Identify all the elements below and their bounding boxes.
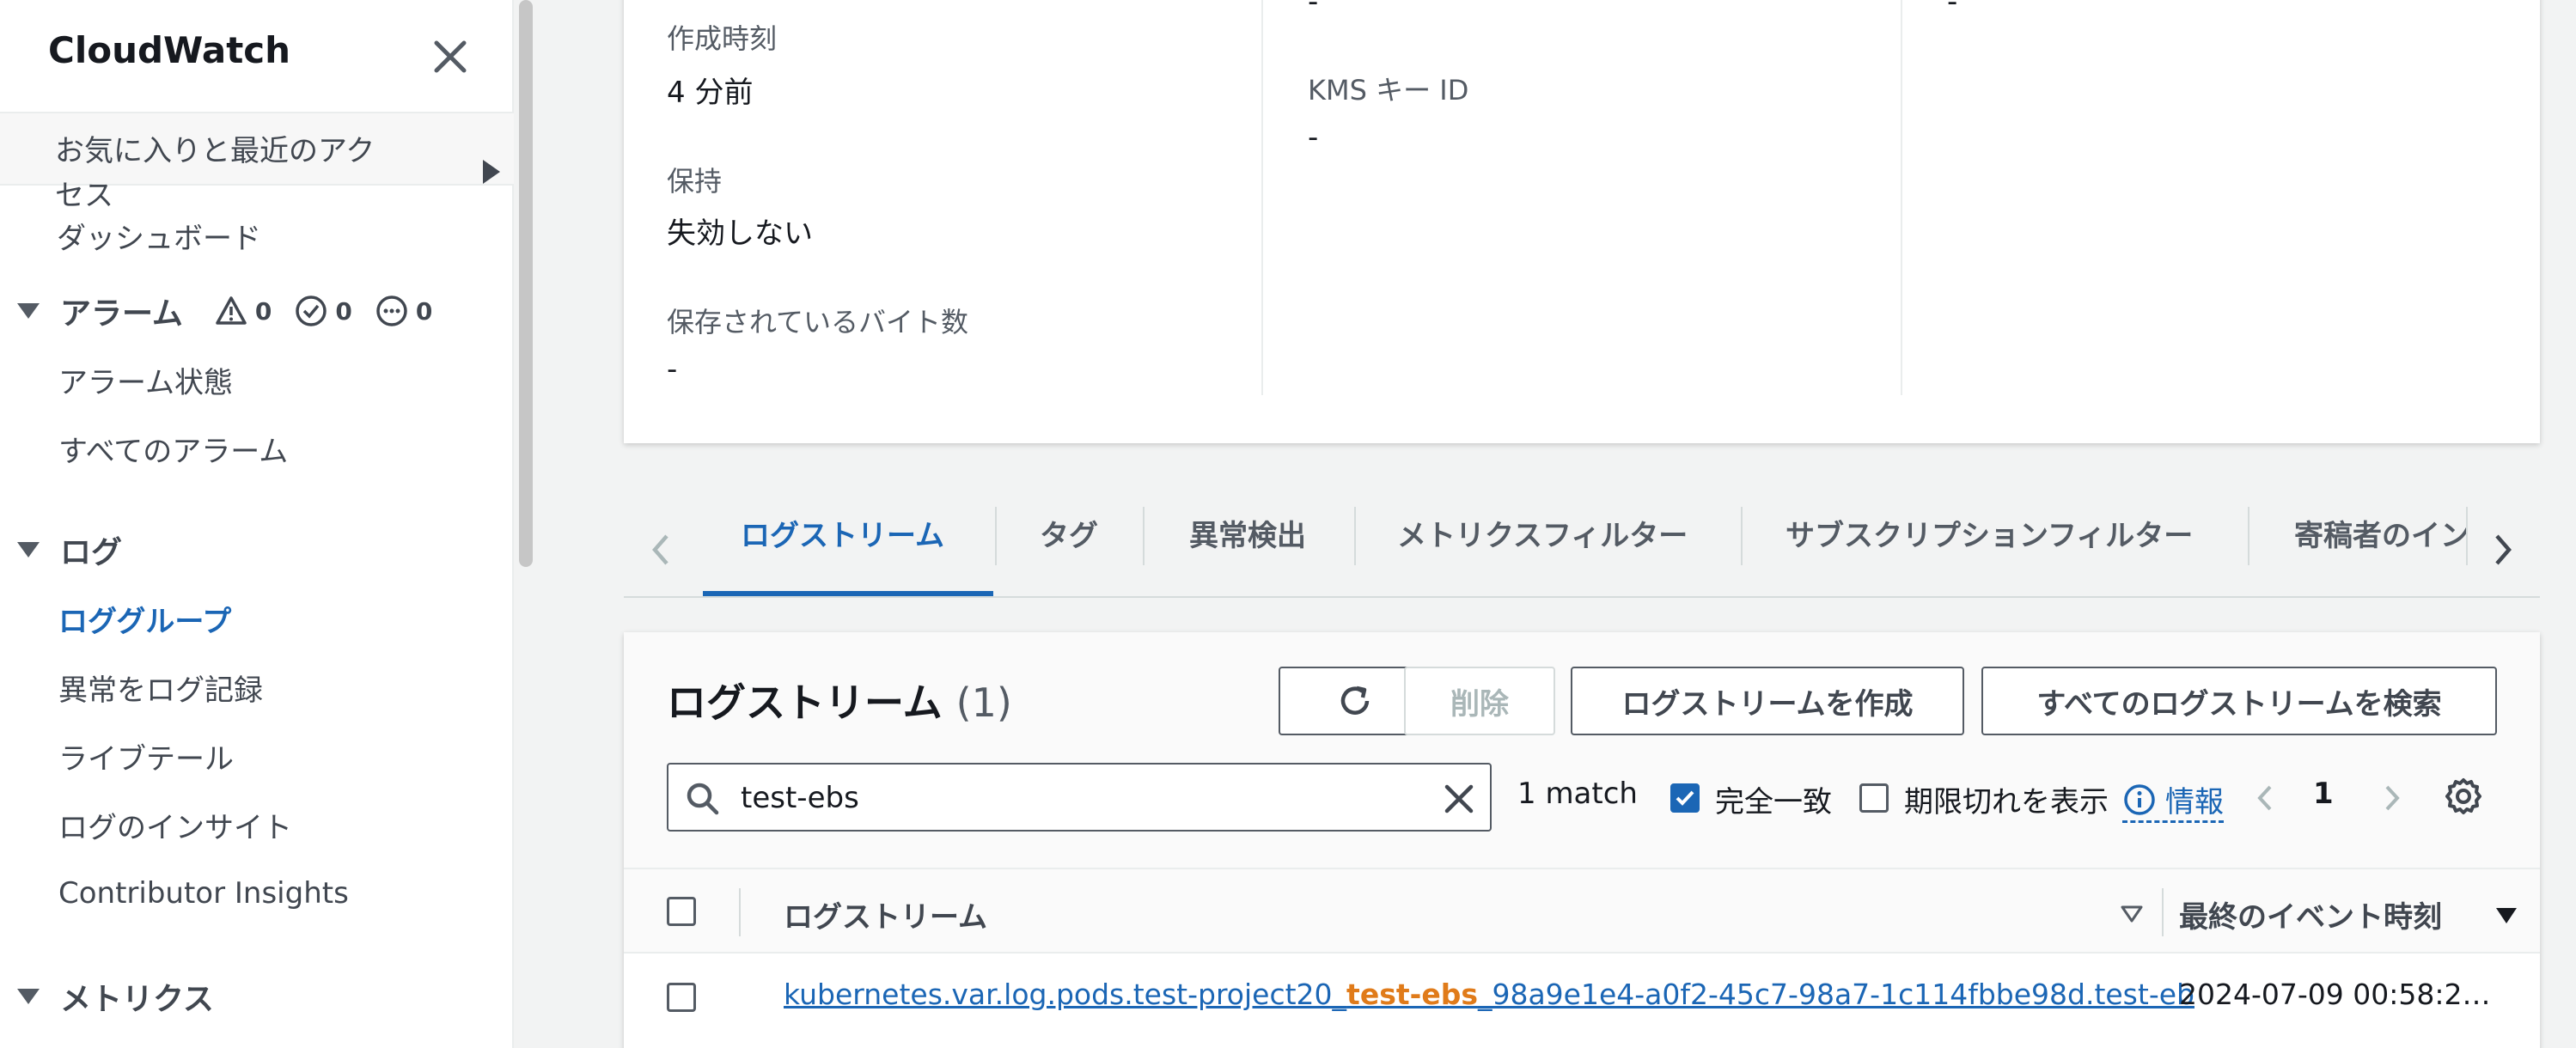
created-value: 4 分前 bbox=[667, 76, 754, 110]
insufficient-data-icon bbox=[376, 296, 407, 326]
kms-key-label: KMS キー ID bbox=[1308, 74, 1469, 107]
tab-contributor-insights[interactable]: 寄稿者のイン bbox=[2294, 509, 2466, 564]
sidebar-section-logs[interactable]: ログ bbox=[17, 527, 122, 572]
column-header-last-event[interactable]: 最終のイベント時刻 bbox=[2179, 893, 2442, 935]
stream-name-prefix: kubernetes.var.log.pods.test-project20_ bbox=[784, 978, 1347, 1011]
tab-separator bbox=[1143, 507, 1145, 565]
clear-search-icon[interactable] bbox=[1438, 778, 1480, 820]
search-input[interactable] bbox=[741, 773, 1411, 823]
log-streams-title: ログストリーム (1) bbox=[667, 672, 1012, 728]
tab-log-streams[interactable]: ログストリーム bbox=[741, 509, 944, 564]
sidebar-item-live-tail[interactable]: ライブテール bbox=[58, 735, 234, 777]
tab-separator bbox=[2466, 507, 2468, 565]
tab-metric-filters[interactable]: メトリクスフィルター bbox=[1397, 509, 1688, 564]
alarm-counts: 0 0 0 bbox=[214, 294, 448, 328]
match-count: 1 match bbox=[1517, 777, 1638, 811]
retention-value: 失効しない bbox=[667, 216, 813, 251]
tab-anomaly-detection[interactable]: 異常検出 bbox=[1189, 509, 1306, 564]
tab-separator bbox=[2248, 507, 2249, 565]
close-icon[interactable] bbox=[426, 33, 474, 81]
search-icon bbox=[687, 783, 719, 815]
log-streams-count: (1) bbox=[955, 679, 1012, 726]
last-event-time: 2024-07-09 00:58:2… bbox=[2179, 978, 2491, 1011]
select-all-checkbox[interactable] bbox=[667, 897, 696, 926]
sort-icon[interactable] bbox=[2119, 900, 2145, 926]
sidebar-item-favorites[interactable]: お気に入りと最近のアクセス bbox=[55, 129, 399, 218]
checkmark-icon bbox=[1676, 790, 1694, 806]
table-header: ログストリーム 最終のイベント時刻 bbox=[624, 868, 2540, 954]
favorites-expand-icon[interactable] bbox=[483, 160, 500, 184]
sidebar-title: CloudWatch bbox=[48, 29, 291, 71]
sidebar-section-label: アラーム bbox=[60, 296, 183, 332]
current-page[interactable]: 1 bbox=[2313, 777, 2334, 811]
create-log-stream-button[interactable]: ログストリームを作成 bbox=[1571, 667, 1964, 735]
log-streams-panel: ログストリーム (1) 削除 ログストリームを作成 すべてのログストリームを検索… bbox=[624, 632, 2540, 1048]
info-link[interactable]: 情報 bbox=[2122, 778, 2224, 823]
log-stream-search bbox=[667, 763, 1492, 832]
info-link-label: 情報 bbox=[2165, 785, 2224, 820]
sidebar-item-alarm-state[interactable]: アラーム状態 bbox=[58, 359, 233, 401]
sidebar-scrollbar[interactable] bbox=[519, 0, 533, 567]
delete-button[interactable]: 削除 bbox=[1404, 667, 1555, 735]
tab-subscription-filters[interactable]: サブスクリプションフィルター bbox=[1785, 509, 2193, 564]
stream-name-suffix: _98a9e1e4-a0f2-45c7-98a7-1c114fbbe98d.te… bbox=[1477, 978, 2194, 1011]
stored-bytes-value: - bbox=[667, 352, 678, 387]
tab-separator bbox=[1741, 507, 1743, 565]
sidebar-item-dashboard[interactable]: ダッシュボード bbox=[57, 215, 261, 257]
alarm-count: 0 bbox=[254, 296, 272, 326]
info-icon bbox=[2124, 783, 2155, 815]
stored-bytes-label: 保存されているバイト数 bbox=[667, 306, 969, 338]
refresh-icon bbox=[1340, 685, 1370, 715]
table-row: kubernetes.var.log.pods.test-project20_t… bbox=[624, 955, 2540, 1041]
tab-tags[interactable]: タグ bbox=[1040, 509, 1098, 564]
kms-key-value: - bbox=[1308, 120, 1319, 155]
sort-desc-icon[interactable] bbox=[2494, 902, 2519, 928]
column-header-log-stream[interactable]: ログストリーム bbox=[784, 893, 987, 935]
pager-prev-icon[interactable] bbox=[2249, 777, 2280, 820]
collapse-icon bbox=[17, 542, 40, 558]
column-divider bbox=[1901, 0, 1902, 395]
insufficient-count: 0 bbox=[415, 296, 433, 326]
collapse-icon bbox=[17, 303, 40, 319]
tab-scroll-right-icon[interactable] bbox=[2481, 524, 2524, 576]
exact-match-checkbox[interactable] bbox=[1670, 783, 1700, 813]
tab-scroll-left-icon[interactable] bbox=[639, 524, 682, 576]
tab-separator bbox=[995, 507, 997, 565]
sidebar-item-contributor-insights[interactable]: Contributor Insights bbox=[58, 876, 349, 911]
show-expired-label: 期限切れを表示 bbox=[1904, 785, 2109, 820]
show-expired-checkbox[interactable] bbox=[1859, 783, 1889, 813]
sidebar-item-anomaly-log[interactable]: 異常をログ記録 bbox=[58, 667, 263, 709]
sidebar-section-label: ログ bbox=[60, 535, 123, 570]
sidebar-item-log-groups[interactable]: ロググループ bbox=[58, 598, 231, 640]
sidebar: CloudWatch お気に入りと最近のアクセス ダッシュボード アラーム 0 … bbox=[0, 0, 514, 1048]
active-tab-indicator bbox=[703, 591, 993, 596]
gear-icon[interactable] bbox=[2442, 775, 2485, 818]
exact-match-label: 完全一致 bbox=[1715, 785, 1832, 820]
log-streams-title-text: ログストリーム bbox=[667, 679, 943, 726]
sidebar-item-all-alarms[interactable]: すべてのアラーム bbox=[58, 428, 288, 470]
sidebar-section-label: メトリクス bbox=[60, 982, 214, 1017]
column-separator bbox=[2162, 888, 2164, 936]
log-stream-link[interactable]: kubernetes.var.log.pods.test-project20_t… bbox=[784, 978, 2194, 1011]
column-separator bbox=[739, 888, 741, 936]
row-checkbox[interactable] bbox=[667, 983, 696, 1012]
retention-label: 保持 bbox=[667, 165, 723, 198]
search-all-log-streams-button[interactable]: すべてのログストリームを検索 bbox=[1981, 667, 2497, 735]
top-value-col2: - bbox=[1308, 0, 1319, 19]
ok-check-icon bbox=[296, 296, 327, 326]
log-group-details-panel: - - 作成時刻 4 分前 保持 失効しない 保存されているバイト数 - KMS… bbox=[624, 0, 2540, 443]
top-value-col3: - bbox=[1947, 0, 1958, 19]
tab-separator bbox=[1354, 507, 1356, 565]
column-divider bbox=[1261, 0, 1263, 395]
pager-next-icon[interactable] bbox=[2377, 777, 2408, 820]
sidebar-item-log-insights[interactable]: ログのインサイト bbox=[58, 804, 292, 846]
sidebar-section-metrics[interactable]: メトリクス bbox=[17, 974, 214, 1019]
warning-icon bbox=[216, 296, 247, 325]
collapse-icon bbox=[17, 989, 40, 1004]
stream-name-match: test-ebs bbox=[1346, 978, 1478, 1011]
ok-count: 0 bbox=[335, 296, 352, 326]
sidebar-section-alarms[interactable]: アラーム 0 0 0 bbox=[17, 289, 448, 333]
created-label: 作成時刻 bbox=[667, 22, 778, 55]
